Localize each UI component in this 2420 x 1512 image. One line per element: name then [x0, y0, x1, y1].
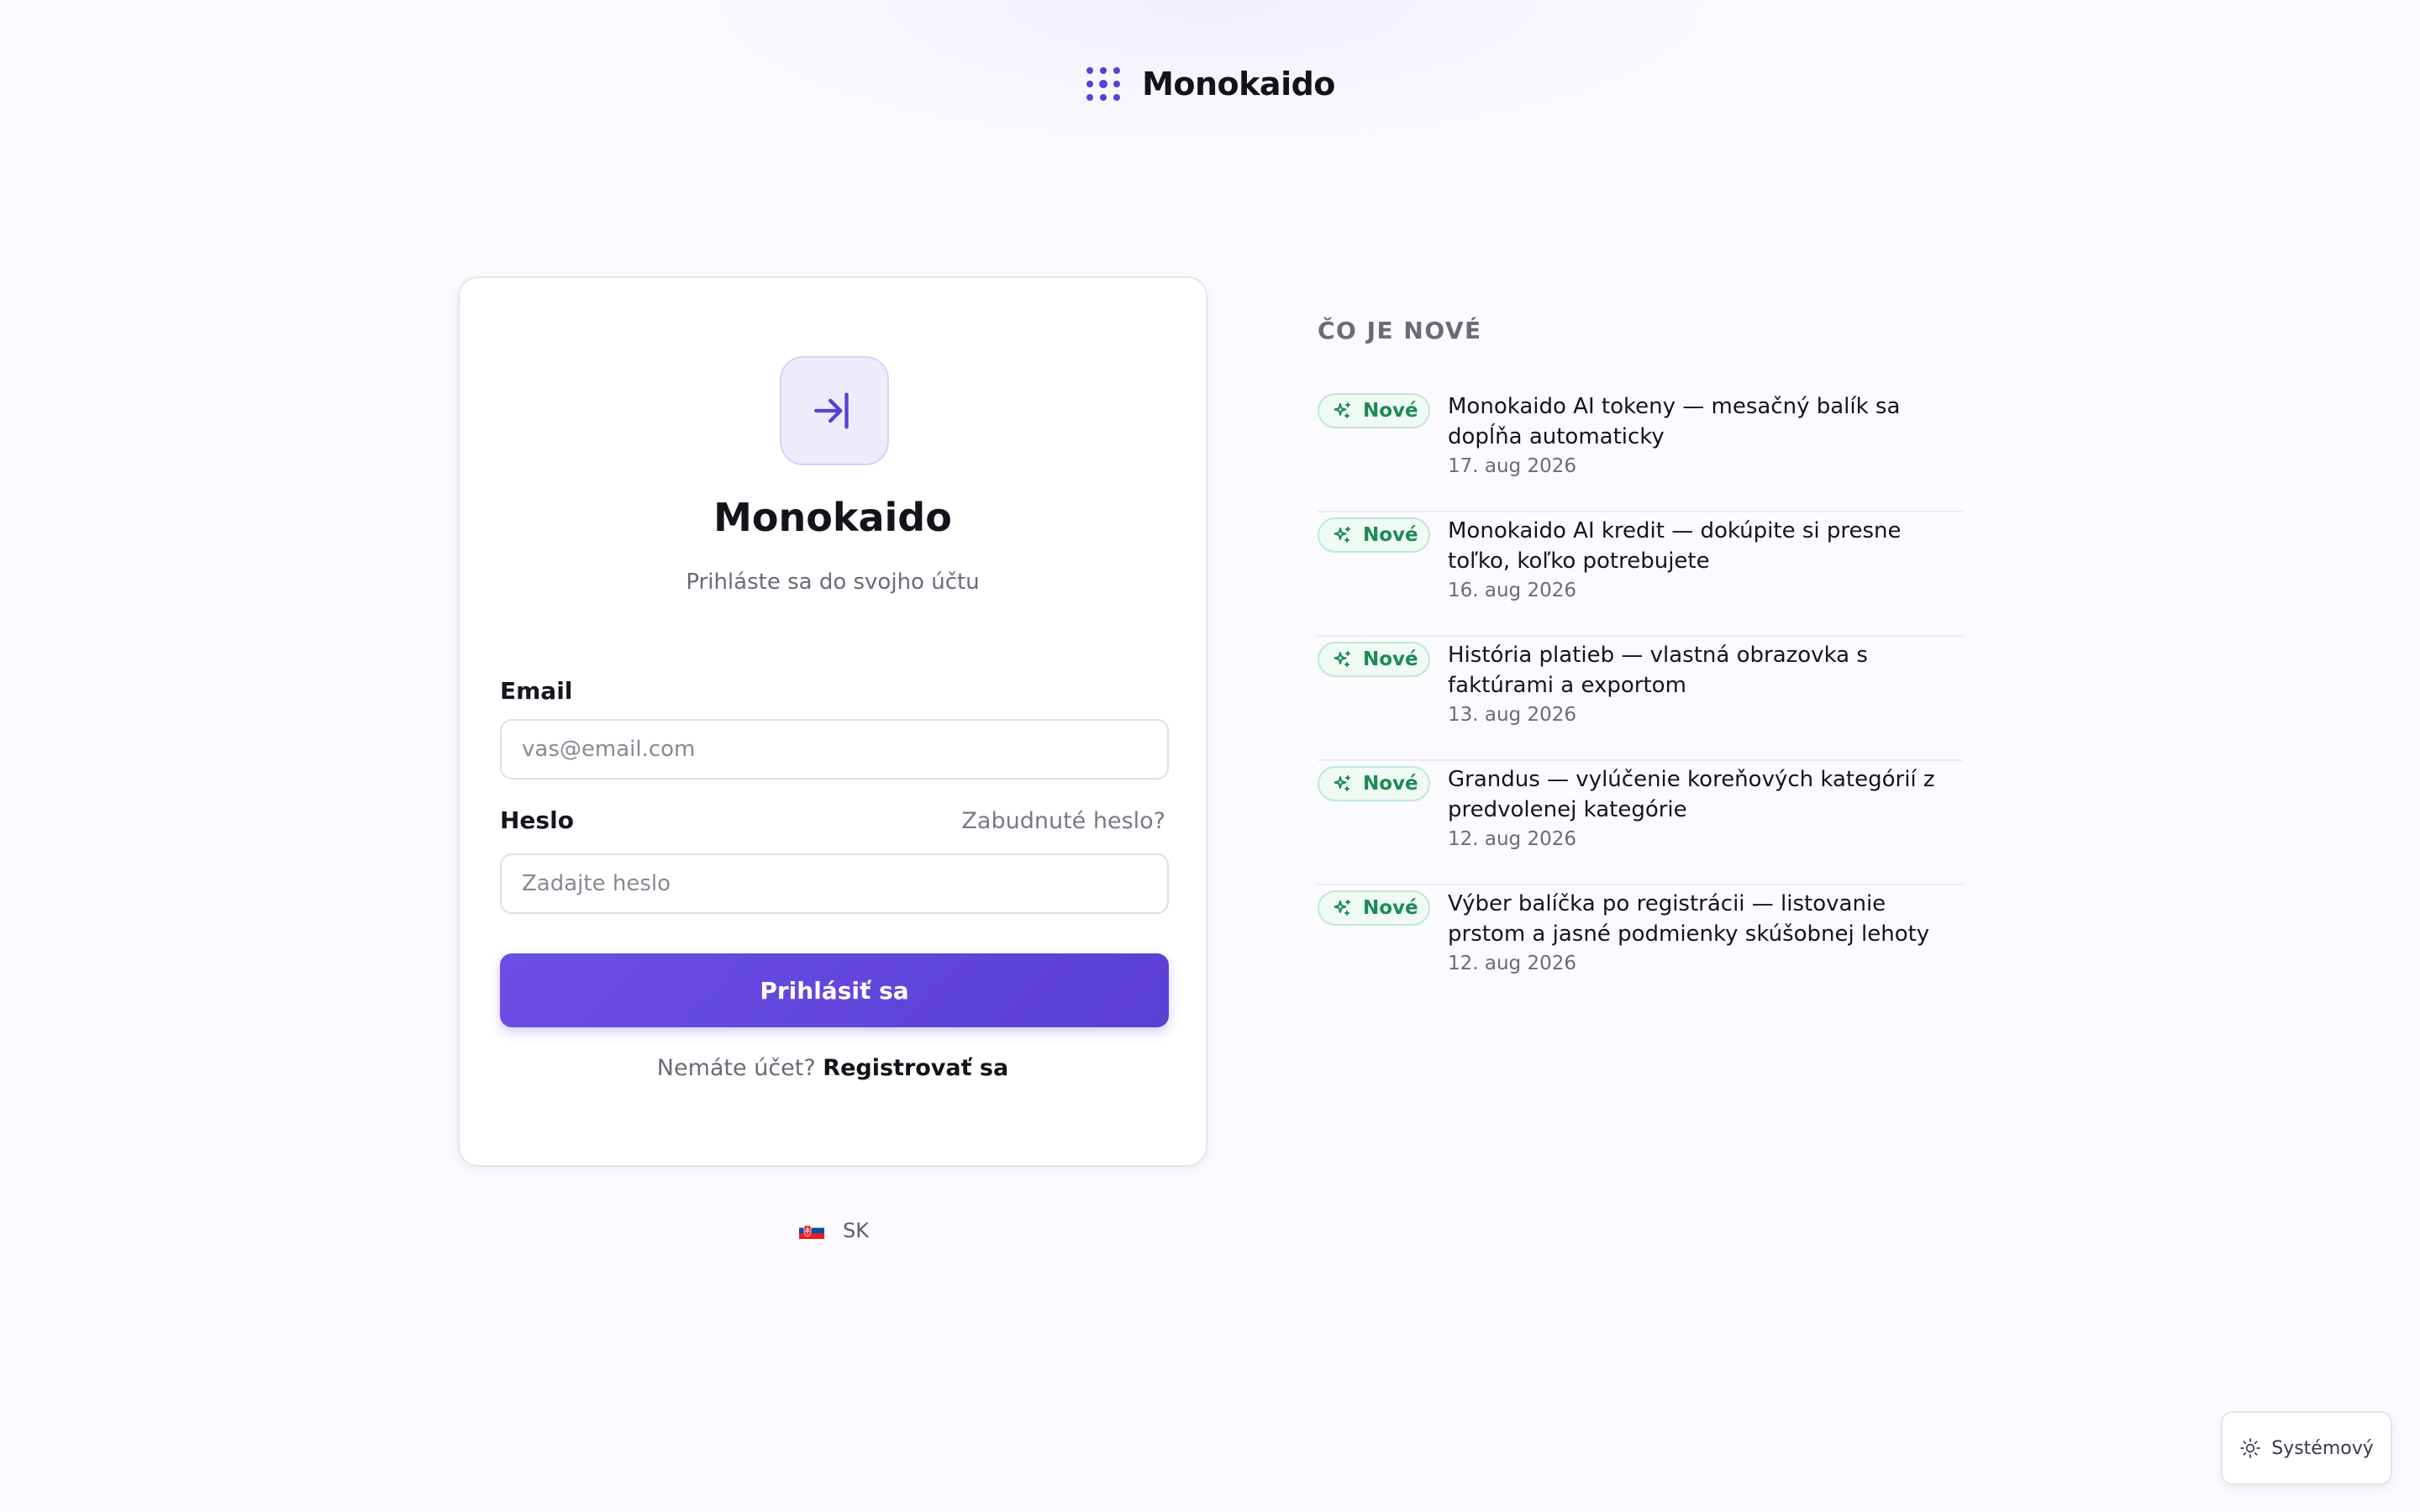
whats-new-heading: ČO JE NOVÉ	[1318, 317, 1482, 344]
password-label: Heslo	[500, 806, 574, 834]
login-button[interactable]: Prihlásiť sa	[500, 953, 1169, 1027]
news-date: 12. aug 2026	[1448, 828, 1577, 850]
login-icon-tile	[780, 356, 889, 465]
login-card: Monokaido Prihláste sa do svojho účtu Em…	[458, 276, 1207, 1167]
news-title: História platieb — vlastná obrazovka s f…	[1448, 643, 1868, 698]
sun-icon	[2240, 1438, 2260, 1458]
dot-grid-icon	[1086, 67, 1121, 101]
new-badge: Nové	[1318, 642, 1430, 677]
whats-new-list: Nové Monokaido AI tokeny — mesačný balík…	[1318, 388, 1963, 1010]
brand-header: Monokaido	[0, 66, 2420, 102]
new-badge-label: Nové	[1363, 400, 1418, 422]
sparkles-icon	[1334, 402, 1350, 418]
sparkles-icon	[1334, 775, 1350, 791]
new-badge-label: Nové	[1363, 524, 1418, 546]
sign-in-arrow-icon	[814, 392, 849, 429]
sparkles-icon	[1334, 900, 1350, 916]
news-title: Monokaido AI tokeny — mesačný balík sa d…	[1448, 394, 1901, 449]
new-badge-label: Nové	[1363, 648, 1418, 670]
register-link[interactable]: Registrovať sa	[823, 1055, 1008, 1081]
news-date: 12. aug 2026	[1448, 953, 1577, 974]
new-badge-label: Nové	[1363, 897, 1418, 919]
news-title: Grandus — vylúčenie koreňových kategórií…	[1448, 767, 1935, 822]
news-item[interactable]: Nové Monokaido AI kredit — dokúpite si p…	[1318, 512, 1963, 637]
news-date: 13. aug 2026	[1448, 704, 1577, 726]
news-title: Monokaido AI kredit — dokúpite si presne…	[1448, 518, 1902, 574]
language-selector[interactable]: SK	[799, 1219, 869, 1242]
brand-name: Monokaido	[1142, 66, 1335, 102]
new-badge: Nové	[1318, 517, 1430, 553]
news-title: Výber balíčka po registrácii — listovani…	[1448, 891, 1930, 947]
news-date: 17. aug 2026	[1448, 455, 1577, 477]
news-item[interactable]: Nové História platieb — vlastná obrazovk…	[1318, 637, 1963, 761]
theme-label: Systémový	[2271, 1437, 2374, 1459]
new-badge: Nové	[1318, 766, 1430, 801]
register-row: Nemáte účet? Registrovať sa	[460, 1055, 1206, 1081]
register-question: Nemáte účet?	[656, 1055, 816, 1081]
login-title: Monokaido	[713, 495, 952, 540]
news-item[interactable]: Nové Výber balíčka po registrácii — list…	[1318, 885, 1963, 1010]
email-field[interactable]	[500, 719, 1169, 780]
password-field[interactable]	[500, 853, 1169, 914]
news-item[interactable]: Nové Monokaido AI tokeny — mesačný balík…	[1318, 388, 1963, 512]
login-subtitle: Prihláste sa do svojho účtu	[686, 570, 980, 595]
sparkles-icon	[1334, 527, 1350, 543]
news-date: 16. aug 2026	[1448, 580, 1577, 601]
email-label: Email	[500, 677, 573, 705]
theme-toggle-button[interactable]: Systémový	[2221, 1411, 2392, 1485]
new-badge-label: Nové	[1363, 773, 1418, 795]
news-item[interactable]: Nové Grandus — vylúčenie koreňových kate…	[1318, 761, 1963, 885]
sparkles-icon	[1334, 651, 1350, 667]
new-badge: Nové	[1318, 393, 1430, 428]
language-code: SK	[843, 1219, 869, 1242]
forgot-password-link[interactable]: Zabudnuté heslo?	[961, 808, 1165, 834]
slovakia-flag-icon	[799, 1222, 824, 1239]
new-badge: Nové	[1318, 890, 1430, 926]
